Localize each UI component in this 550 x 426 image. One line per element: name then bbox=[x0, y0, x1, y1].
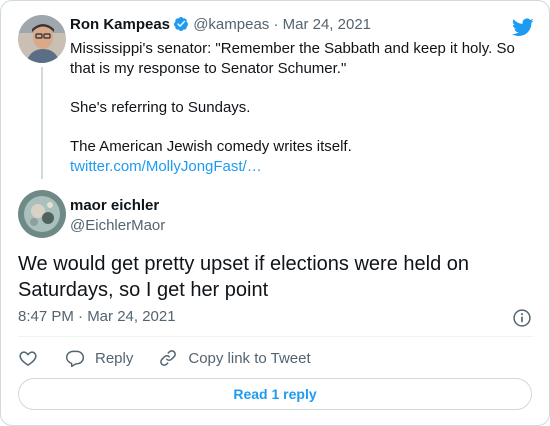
read-replies-button[interactable]: Read 1 reply bbox=[18, 378, 532, 410]
reply-label: Reply bbox=[95, 349, 134, 367]
main-author-avatar[interactable] bbox=[18, 190, 66, 238]
link-chain-icon bbox=[160, 350, 177, 366]
verified-badge-icon bbox=[173, 16, 189, 32]
copy-link-label: Copy link to Tweet bbox=[188, 349, 311, 367]
main-author-name[interactable]: maor eichler bbox=[70, 196, 159, 216]
quoted-tweet-text: Mississippi's senator: "Remember the Sab… bbox=[70, 39, 532, 177]
copy-link-button[interactable]: Copy link to Tweet bbox=[158, 348, 311, 368]
tweet-embed-card: Ron Kampeas @kampeas · Mar 24, 2021 Miss… bbox=[0, 0, 550, 426]
main-author-handle[interactable]: @EichlerMaor bbox=[70, 216, 165, 236]
divider bbox=[18, 336, 533, 337]
quoted-text-line: Mississippi's senator: "Remember the Sab… bbox=[70, 40, 515, 57]
like-button[interactable] bbox=[18, 348, 38, 368]
action-bar: Reply Copy link to Tweet bbox=[18, 347, 311, 369]
quoted-text-line: that is my response to Senator Schumer." bbox=[70, 60, 347, 77]
info-icon[interactable] bbox=[512, 308, 532, 328]
quoted-author-avatar[interactable] bbox=[18, 15, 66, 63]
reply-button[interactable]: Reply bbox=[65, 348, 133, 368]
quoted-tweet-link[interactable]: twitter.com/MollyJongFast/… bbox=[70, 158, 262, 175]
heart-icon bbox=[19, 351, 37, 366]
twitter-bird-icon[interactable] bbox=[512, 16, 534, 38]
main-tweet-text: We would get pretty upset if elections w… bbox=[18, 253, 469, 301]
tweet-timestamp[interactable]: 8:47 PM · Mar 24, 2021 bbox=[18, 307, 176, 327]
reply-bubble-icon bbox=[65, 350, 85, 368]
quoted-text-line: She's referring to Sundays. bbox=[70, 99, 251, 116]
thread-connector-line bbox=[41, 67, 43, 179]
quoted-author-name[interactable]: Ron Kampeas bbox=[70, 16, 170, 33]
quoted-handle-date[interactable]: @kampeas · Mar 24, 2021 bbox=[193, 16, 371, 33]
quoted-tweet-header: Ron Kampeas @kampeas · Mar 24, 2021 bbox=[70, 15, 371, 35]
quoted-text-line: The American Jewish comedy writes itself… bbox=[70, 138, 352, 155]
